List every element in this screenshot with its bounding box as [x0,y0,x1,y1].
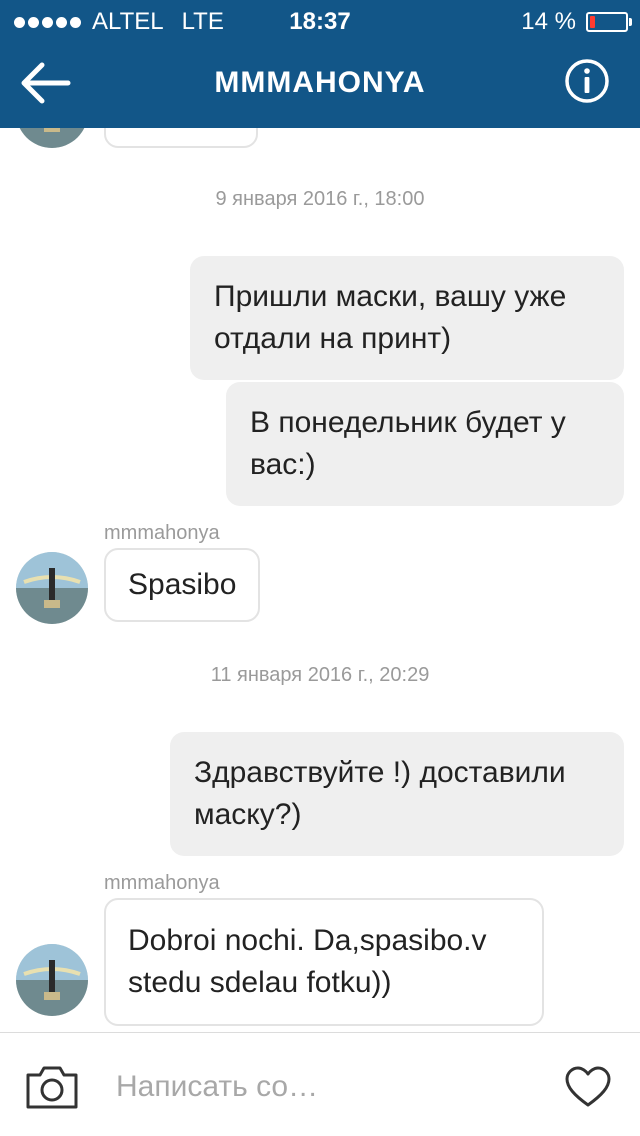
battery-percent: 14 % [521,8,576,35]
date-separator: 11 января 2016 г., 20:29 [210,664,430,686]
date-separator: 9 января 2016 г., 18:00 [215,188,425,210]
message-bubble-outgoing[interactable]: Здравствуйте !) доставили маску?) [170,732,624,856]
message-bubble-incoming[interactable]: Dobroi nochi. Da,spasibo.v stedu sdelau … [104,898,544,1026]
top-bar: ALTEL LTE 18:37 14 % MMMAHONYA [0,0,640,128]
sender-name: mmmahonya [104,522,220,544]
avatar[interactable] [16,944,88,1016]
message-bubble-outgoing[interactable]: В понедельник будет у вас:) [226,382,624,506]
message-thread[interactable]: 9 января 2016 г., 18:00 Пришли маски, ва… [0,128,640,1032]
info-icon[interactable] [564,58,610,104]
sender-name: mmmahonya [104,872,220,894]
message-bubble-incoming[interactable] [104,128,258,148]
avatar[interactable] [16,128,88,148]
conversation-title[interactable]: MMMAHONYA [0,66,640,100]
message-composer [0,1032,640,1136]
heart-icon[interactable] [564,1065,612,1109]
battery-icon [586,12,632,32]
nav-bar: MMMAHONYA [0,40,640,128]
avatar[interactable] [16,552,88,624]
status-bar: ALTEL LTE 18:37 14 % [0,0,640,40]
message-input[interactable] [116,1063,536,1111]
message-bubble-outgoing[interactable]: Пришли маски, вашу уже отдали на принт) [190,256,624,380]
message-bubble-incoming[interactable]: Spasibo [104,548,261,622]
camera-icon[interactable] [24,1063,80,1111]
